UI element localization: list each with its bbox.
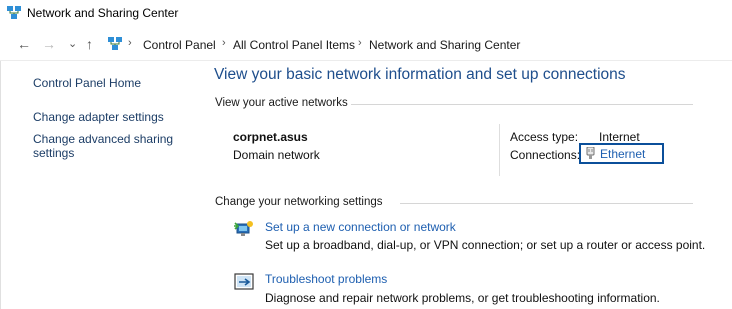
new-connection-description: Set up a broadband, dial-up, or VPN conn… [265, 238, 706, 252]
access-type-label: Access type: [510, 130, 579, 144]
new-connection-icon [234, 221, 253, 236]
troubleshoot-description: Diagnose and repair network problems, or… [265, 291, 660, 305]
connections-label: Connections: [510, 148, 581, 162]
new-connection-link[interactable]: Set up a new connection or network [265, 220, 456, 234]
network-type: Domain network [233, 148, 320, 162]
window-left-border [0, 61, 1, 309]
breadcrumb-separator: › [222, 37, 226, 49]
up-button[interactable]: ↑ [86, 36, 93, 52]
breadcrumb-control-panel[interactable]: Control Panel [143, 38, 216, 52]
troubleshoot-icon [234, 273, 254, 290]
active-networks-header: View your active networks [215, 97, 348, 109]
breadcrumb-separator: › [128, 37, 132, 49]
group-divider [400, 203, 693, 204]
ethernet-link-label[interactable]: Ethernet [600, 147, 645, 161]
troubleshoot-link[interactable]: Troubleshoot problems [265, 272, 387, 286]
sidebar-item-label-line1: Change advanced sharing [33, 132, 174, 146]
breadcrumb-separator: › [358, 37, 362, 49]
sidebar-item-label-line2: settings [33, 146, 75, 160]
address-divider [0, 60, 732, 61]
page-title: View your basic network information and … [214, 66, 626, 83]
breadcrumb-all-items[interactable]: All Control Panel Items [233, 38, 355, 52]
forward-button[interactable]: → [42, 36, 56, 52]
network-name: corpnet.asus [233, 130, 308, 144]
group-divider [351, 104, 693, 105]
networking-settings-header: Change your networking settings [215, 196, 383, 208]
breadcrumb-network-center[interactable]: Network and Sharing Center [369, 38, 520, 52]
control-panel-icon [108, 37, 122, 50]
window-title: Network and Sharing Center [27, 6, 179, 20]
access-type-value: Internet [599, 130, 640, 144]
vertical-divider [499, 124, 500, 176]
sidebar-item-adapter-settings[interactable]: Change adapter settings [33, 110, 164, 124]
network-center-icon [7, 6, 21, 19]
back-button[interactable]: ← [17, 36, 31, 52]
sidebar-item-advanced-sharing[interactable]: Change advanced sharing settings [33, 132, 173, 160]
recent-locations-button[interactable]: ⌄ [68, 36, 77, 52]
ethernet-icon [586, 147, 595, 159]
ethernet-connection-link[interactable]: Ethernet [579, 143, 664, 164]
address-bar: ← → ⌄ ↑ › Control Panel › All Control Pa… [0, 33, 732, 57]
sidebar-item-control-panel-home[interactable]: Control Panel Home [33, 76, 141, 90]
title-bar: Network and Sharing Center [0, 0, 732, 26]
